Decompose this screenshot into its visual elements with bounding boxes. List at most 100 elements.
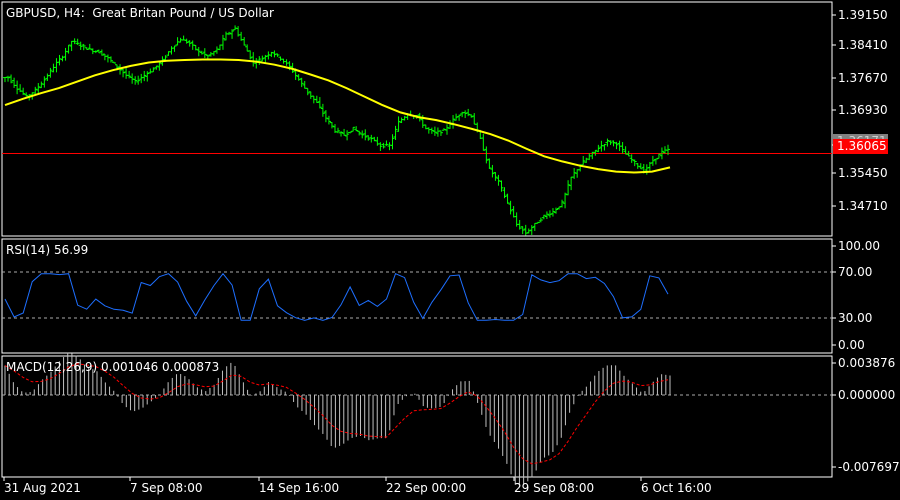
price-bar xyxy=(472,113,477,125)
time-tick: 7 Sep 08:00 xyxy=(130,481,203,495)
price-bar xyxy=(57,54,62,66)
price-bar xyxy=(172,45,177,52)
price-bar xyxy=(54,58,59,73)
rsi-tick: 70.00 xyxy=(838,265,873,279)
price-bar xyxy=(438,130,443,136)
price-tick: 1.34710 xyxy=(838,199,888,213)
price-bar xyxy=(220,34,225,50)
price-bar xyxy=(187,40,192,47)
price-bar xyxy=(21,87,26,96)
price-bar xyxy=(402,115,407,121)
price-bar xyxy=(602,144,607,151)
macd-signal-line xyxy=(4,363,669,465)
price-panel-border xyxy=(1,1,833,237)
price-bar xyxy=(33,86,38,95)
price-bar xyxy=(620,142,625,154)
price-bar xyxy=(520,226,525,235)
price-bar xyxy=(505,193,510,204)
price-bar xyxy=(445,124,449,135)
price-bar xyxy=(584,157,589,163)
price-bar xyxy=(378,142,383,151)
price-bar xyxy=(87,43,92,50)
price-bar xyxy=(254,58,259,69)
symbol-header: GBPUSD, H4: Great Britan Pound / US Doll… xyxy=(6,6,274,20)
price-bar xyxy=(426,127,431,134)
price-tick: 1.39150 xyxy=(838,8,888,22)
price-bar xyxy=(139,73,144,84)
price-bar xyxy=(202,48,207,59)
price-bar xyxy=(535,221,540,224)
price-bar xyxy=(593,149,598,156)
price-bar xyxy=(12,77,17,88)
price-bar xyxy=(108,56,113,63)
price-bar xyxy=(248,50,253,60)
price-bar xyxy=(3,76,7,83)
price-bar xyxy=(36,83,41,94)
price-bar xyxy=(105,54,110,63)
price-bar xyxy=(63,47,68,61)
time-tick: 29 Sep 08:00 xyxy=(514,481,595,495)
price-tick: 1.36930 xyxy=(838,103,888,117)
price-bar xyxy=(581,155,586,166)
rsi-line xyxy=(4,272,669,321)
price-bar xyxy=(457,114,462,121)
price-bar xyxy=(214,46,219,54)
price-bar xyxy=(644,164,649,175)
price-bar xyxy=(230,29,235,39)
price-bar xyxy=(51,63,56,73)
price-bar xyxy=(399,117,404,124)
time-tick: 31 Aug 2021 xyxy=(4,481,81,495)
time-tick: 6 Oct 16:00 xyxy=(641,481,712,495)
price-tick: 1.35450 xyxy=(838,166,888,180)
price-bar xyxy=(251,52,256,67)
price-bar xyxy=(569,176,574,191)
price-bar xyxy=(650,155,655,166)
price-bar xyxy=(24,92,29,97)
price-bar xyxy=(490,164,495,178)
price-bar xyxy=(302,80,307,89)
rsi-header: RSI(14) 56.99 xyxy=(6,243,89,257)
price-bar xyxy=(596,144,601,153)
price-bar xyxy=(81,43,86,51)
price-bar xyxy=(496,174,501,186)
price-bar xyxy=(329,122,334,129)
moving-average-line xyxy=(4,58,671,174)
price-bar xyxy=(320,103,325,117)
price-bar xyxy=(575,169,580,178)
price-bar xyxy=(299,77,304,88)
price-bar xyxy=(614,141,619,150)
price-bar xyxy=(323,110,328,123)
price-bar xyxy=(635,162,640,169)
price-bar xyxy=(511,206,516,218)
bid-price-badge: 1.36065 xyxy=(833,139,888,154)
price-bar xyxy=(148,68,153,74)
price-bar xyxy=(357,130,362,136)
price-tick: 1.38410 xyxy=(838,38,888,52)
price-bar xyxy=(432,126,437,136)
price-bar xyxy=(632,159,637,167)
price-bar xyxy=(360,130,365,139)
price-bar xyxy=(451,115,456,129)
price-bar xyxy=(502,187,507,199)
time-tick: 22 Sep 00:00 xyxy=(386,481,467,495)
price-bar xyxy=(526,228,531,234)
price-bar xyxy=(130,73,135,84)
price-bar xyxy=(211,51,216,56)
rsi-panel-border xyxy=(1,238,833,354)
price-bar xyxy=(381,142,386,149)
trading-terminal-chart[interactable] xyxy=(0,0,900,500)
price-bar xyxy=(133,76,138,85)
price-bar xyxy=(623,146,628,155)
price-bar xyxy=(348,131,353,134)
price-bar xyxy=(605,138,610,147)
price-bar xyxy=(69,40,74,52)
price-bar xyxy=(339,131,344,137)
price-bar xyxy=(384,140,389,146)
price-bar xyxy=(275,53,280,57)
price-bar xyxy=(538,217,543,223)
price-bar xyxy=(541,214,546,220)
price-bar xyxy=(375,136,380,146)
price-bar xyxy=(242,37,247,46)
macd-panel-border xyxy=(1,355,833,478)
macd-tick: 0.003876 xyxy=(838,356,896,370)
